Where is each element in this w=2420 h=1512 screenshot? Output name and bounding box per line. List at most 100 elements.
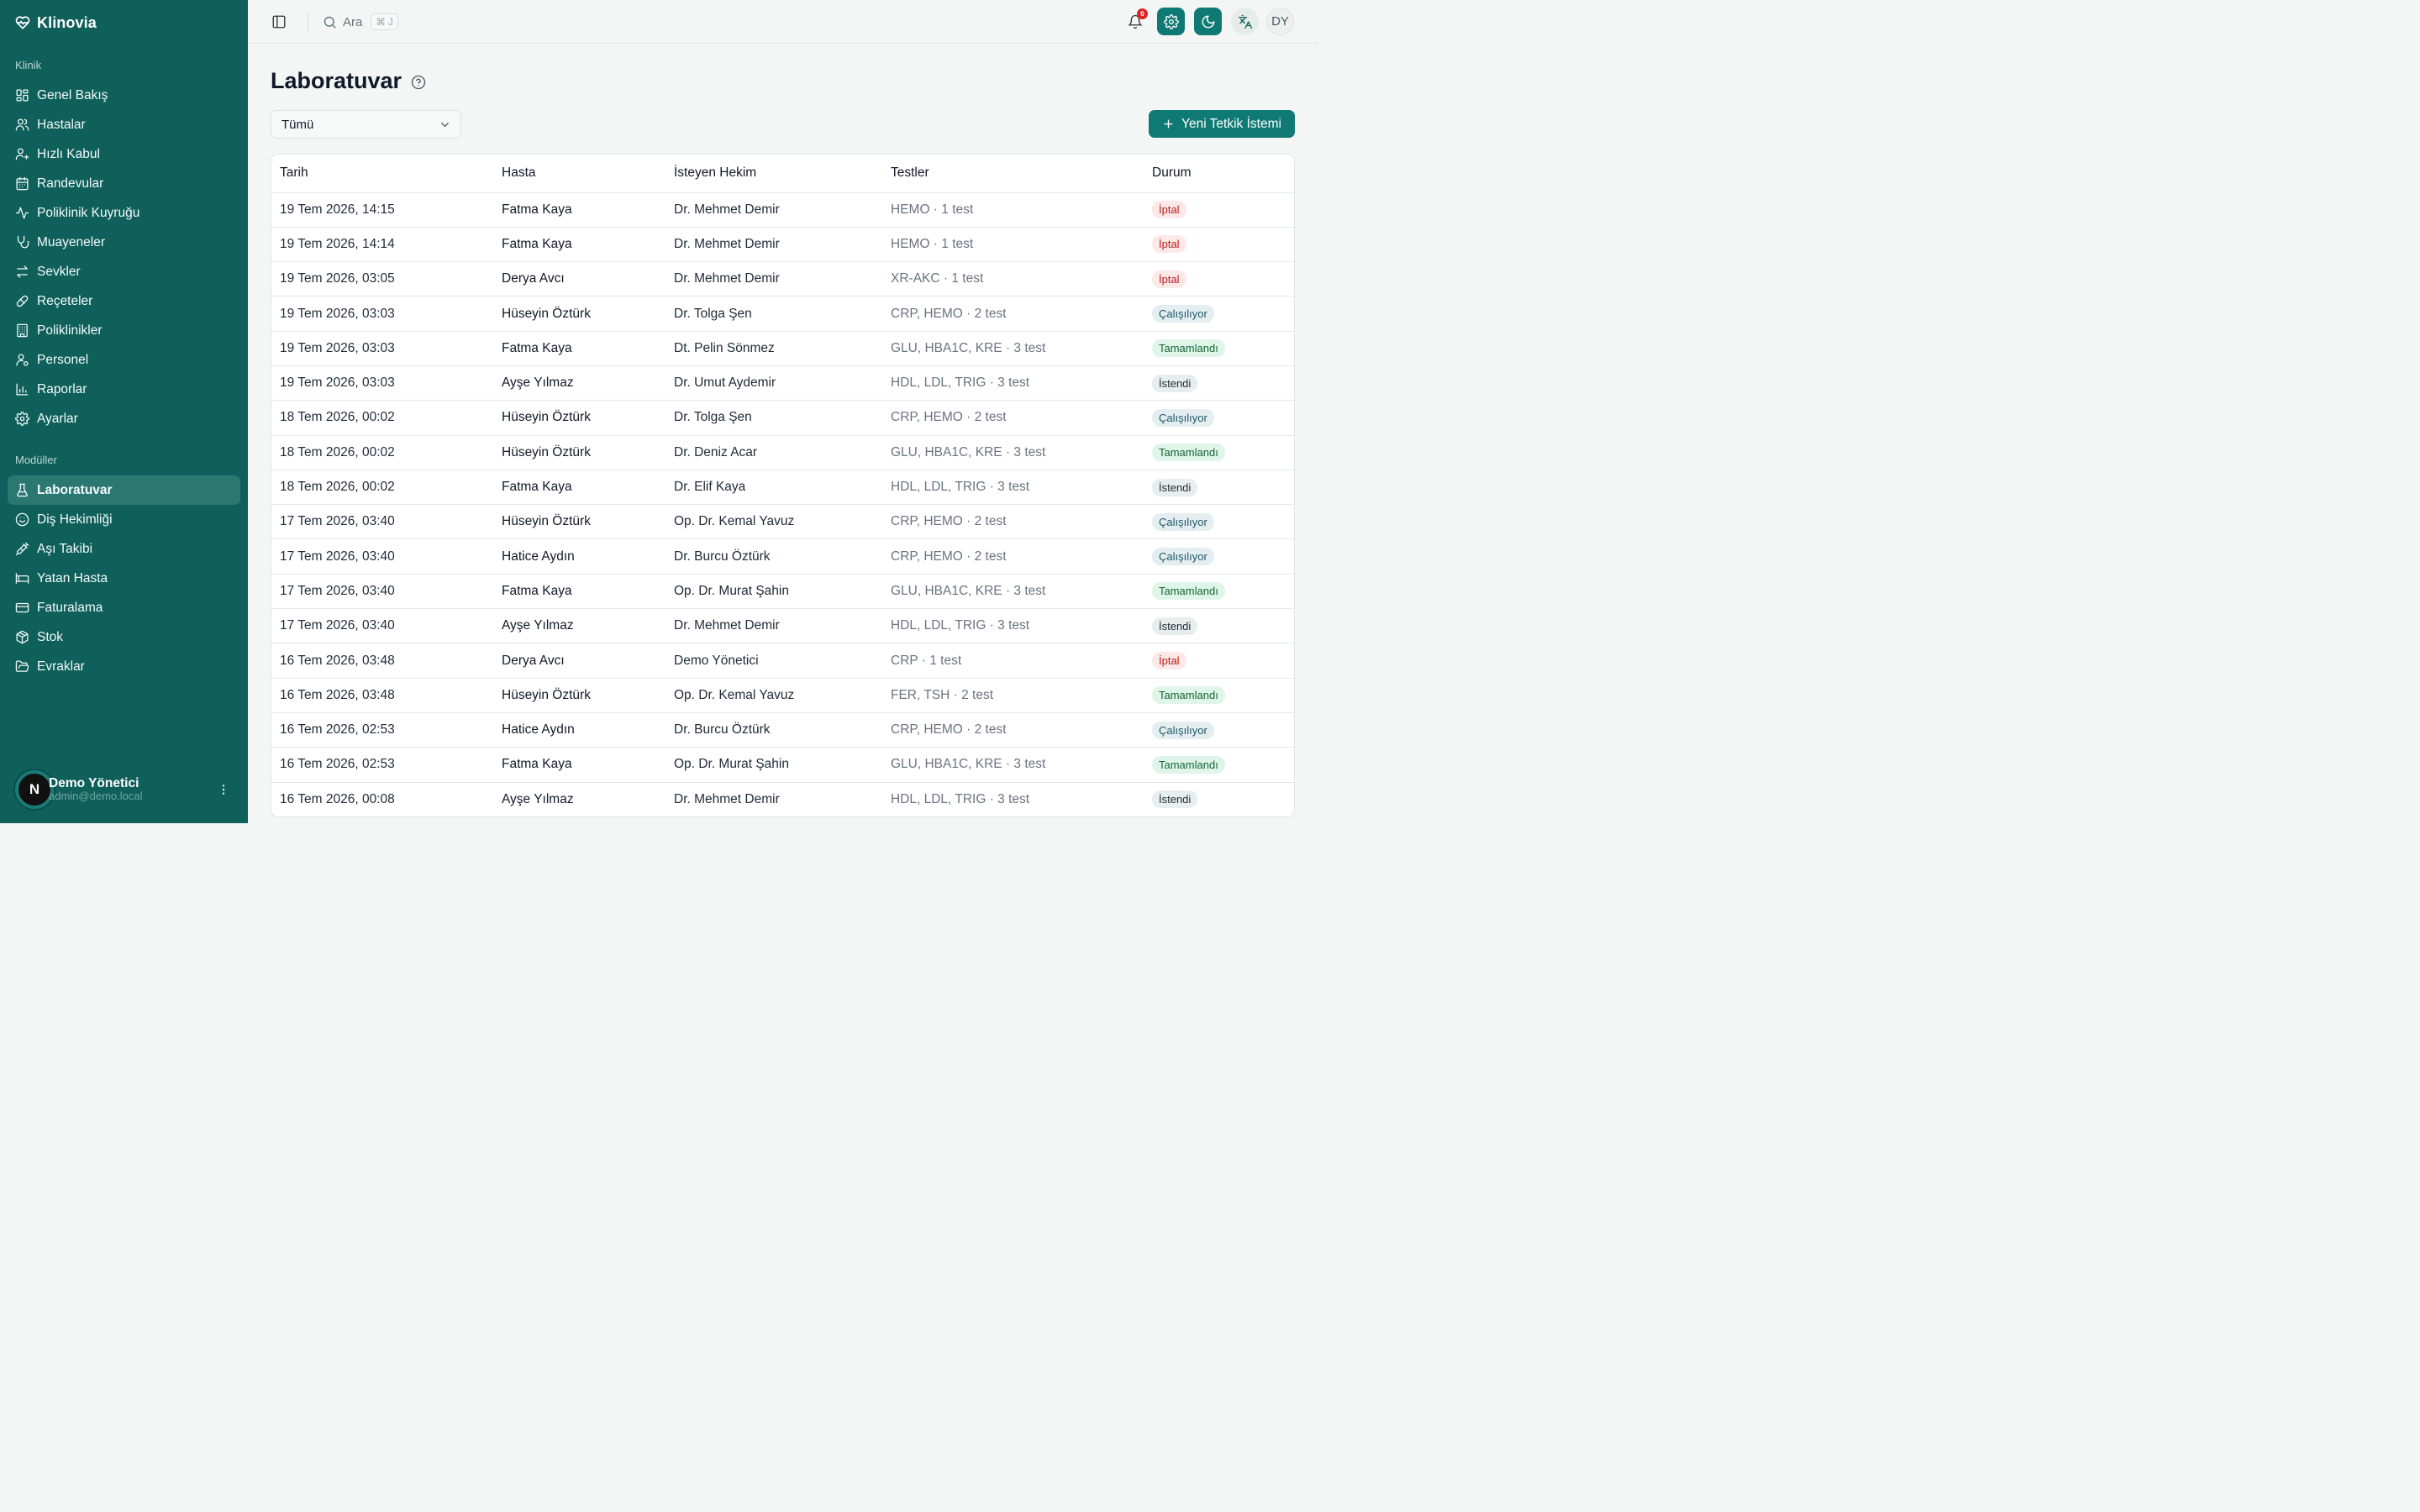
doctor-cell: Op. Dr. Murat Şahin <box>666 747 882 783</box>
search-label: Ara <box>343 14 363 29</box>
table-row[interactable]: 19 Tem 2026, 03:03 Hüseyin Öztürk Dr. Tolg… <box>271 296 1294 332</box>
sidebar-item-ayarlar[interactable]: Ayarlar <box>8 404 240 433</box>
table-row[interactable]: 19 Tem 2026, 14:14 Fatma Kaya Dr. Mehmet D… <box>271 227 1294 263</box>
settings-button[interactable] <box>1157 8 1185 35</box>
status-cell: Çalışılıyor <box>1144 400 1294 436</box>
sidebar-item-raporlar[interactable]: Raporlar <box>8 375 240 404</box>
patient-cell: Hüseyin Öztürk <box>493 435 666 470</box>
brand[interactable]: Klinovia <box>15 12 97 34</box>
sidebar-item-label: Sevkler <box>37 264 81 279</box>
patient-cell: Hüseyin Öztürk <box>493 504 666 540</box>
table-row[interactable]: 19 Tem 2026, 14:15 Fatma Kaya Dr. Mehmet D… <box>271 192 1294 228</box>
sidebar-item-yatan-hasta[interactable]: Yatan Hasta <box>8 564 240 593</box>
table-row[interactable]: 19 Tem 2026, 03:03 Fatma Kaya Dt. Pelin Sö… <box>271 331 1294 366</box>
sidebar-item-sevkler[interactable]: Sevkler <box>8 257 240 286</box>
sidebar-item-label: Evraklar <box>37 659 85 674</box>
more-vertical-icon[interactable] <box>215 781 232 798</box>
panel-left-icon <box>272 15 286 29</box>
patient-cell: Hüseyin Öztürk <box>493 678 666 713</box>
sidebar-item-label: Laboratuvar <box>37 482 113 497</box>
status-badge: İstendi <box>1152 374 1198 392</box>
status-cell: Tamamlandı <box>1144 747 1294 783</box>
sidebar-toggle-button[interactable] <box>269 12 289 32</box>
new-test-request-button[interactable]: Yeni Tetkik İstemi <box>1149 110 1295 138</box>
doctor-cell: Dr. Mehmet Demir <box>666 227 882 263</box>
sidebar-item-label: Yatan Hasta <box>37 570 108 585</box>
status-cell: İptal <box>1144 261 1294 297</box>
user-menu-button[interactable]: DY <box>1266 8 1294 35</box>
sidebar-item-poliklinikler[interactable]: Poliklinikler <box>8 316 240 345</box>
column-header-patient[interactable]: Hasta <box>493 155 666 193</box>
table-row[interactable]: 16 Tem 2026, 00:08 Ayşe Yılmaz Dr. Mehmet … <box>271 782 1294 816</box>
table-row[interactable]: 18 Tem 2026, 00:02 Hüseyin Öztürk Dr. Tolg… <box>271 400 1294 436</box>
heart-pulse-icon <box>15 16 30 29</box>
sidebar-item-faturalama[interactable]: Faturalama <box>8 593 240 622</box>
moon-icon <box>1202 15 1214 28</box>
page-title-text: Laboratuvar <box>271 67 402 93</box>
sidebar-item-randevular[interactable]: Randevular <box>8 169 240 198</box>
sidebar-item-label: Hızlı Kabul <box>37 146 100 161</box>
date-cell: 16 Tem 2026, 02:53 <box>271 712 493 748</box>
sidebar-item-poliklinik-kuyrugu[interactable]: Poliklinik Kuyruğu <box>8 198 240 228</box>
nav-list-klinik: Genel Bakış Hastalar Hızlı Kabul Randevu… <box>8 81 240 433</box>
table-row[interactable]: 19 Tem 2026, 03:05 Derya Avcı Dr. Mehmet D… <box>271 261 1294 297</box>
sidebar-item-asi-takibi[interactable]: Aşı Takibi <box>8 534 240 564</box>
table-row[interactable]: 16 Tem 2026, 02:53 Fatma Kaya Op. Dr. Mura… <box>271 747 1294 783</box>
sidebar-item-laboratuvar[interactable]: Laboratuvar <box>8 475 240 505</box>
sidebar-item-personel[interactable]: Personel <box>8 345 240 375</box>
sidebar-item-muayeneler[interactable]: Muayeneler <box>8 228 240 257</box>
translate-icon <box>1238 14 1252 29</box>
column-header-status[interactable]: Durum <box>1144 155 1294 193</box>
stethoscope-icon <box>17 235 29 249</box>
status-badge: İptal <box>1152 235 1186 254</box>
sidebar-item-receteler[interactable]: Reçeteler <box>8 286 240 316</box>
search-button[interactable]: Ara ⌘ J <box>323 11 398 33</box>
sidebar-item-hastalar[interactable]: Hastalar <box>8 110 240 139</box>
status-cell: İptal <box>1144 192 1294 228</box>
date-cell: 19 Tem 2026, 14:14 <box>271 227 493 263</box>
doctor-cell: Dr. Tolga Şen <box>666 400 882 436</box>
date-cell: 16 Tem 2026, 03:48 <box>271 643 493 679</box>
doctor-cell: Dr. Mehmet Demir <box>666 608 882 644</box>
status-filter-select[interactable]: Tümü <box>271 110 461 139</box>
theme-toggle-button[interactable] <box>1194 8 1222 35</box>
tests-cell: GLU, HBA1C, KRE · 3 test <box>882 331 1144 366</box>
status-badge: Çalışılıyor <box>1152 408 1214 427</box>
table-row[interactable]: 16 Tem 2026, 03:48 Derya Avcı Demo Yönetic… <box>271 643 1294 679</box>
notifications-button[interactable]: 6 <box>1121 8 1149 35</box>
table-row[interactable]: 17 Tem 2026, 03:40 Hüseyin Öztürk Op. Dr. … <box>271 504 1294 540</box>
patient-cell: Derya Avcı <box>493 261 666 297</box>
tests-cell: CRP · 1 test <box>882 643 1144 679</box>
sidebar-item-dis-hekimligi[interactable]: Diş Hekimliği <box>8 505 240 534</box>
sidebar-item-stok[interactable]: Stok <box>8 622 240 652</box>
table-row[interactable]: 18 Tem 2026, 00:02 Fatma Kaya Dr. Elif Kay… <box>271 470 1294 506</box>
pill-icon <box>16 295 29 307</box>
bar-chart-icon <box>16 383 29 396</box>
patient-cell: Fatma Kaya <box>493 331 666 366</box>
folder-icon <box>15 660 29 672</box>
table-row[interactable]: 17 Tem 2026, 03:40 Fatma Kaya Op. Dr. Mura… <box>271 574 1294 610</box>
table-row[interactable]: 16 Tem 2026, 02:53 Hatice Aydın Dr. Burcu … <box>271 712 1294 748</box>
table-row[interactable]: 18 Tem 2026, 00:02 Hüseyin Öztürk Dr. Deni… <box>271 435 1294 470</box>
doctor-cell: Dr. Mehmet Demir <box>666 261 882 297</box>
table-row[interactable]: 16 Tem 2026, 03:48 Hüseyin Öztürk Op. Dr. … <box>271 678 1294 713</box>
status-cell: İstendi <box>1144 782 1294 816</box>
table-row[interactable]: 17 Tem 2026, 03:40 Ayşe Yılmaz Dr. Mehmet … <box>271 608 1294 644</box>
help-icon[interactable] <box>411 75 426 90</box>
status-cell: İstendi <box>1144 365 1294 402</box>
language-button[interactable] <box>1231 8 1259 35</box>
column-header-date[interactable]: Tarih <box>271 155 493 193</box>
doctor-cell: Dr. Tolga Şen <box>666 296 882 332</box>
sidebar-item-label: Raporlar <box>37 381 87 396</box>
sidebar-item-genel-bakis[interactable]: Genel Bakış <box>8 81 240 110</box>
tests-cell: CRP, HEMO · 2 test <box>882 538 1144 575</box>
patient-cell: Hatice Aydın <box>493 538 666 575</box>
column-header-doctor[interactable]: İsteyen Hekim <box>666 155 882 193</box>
user-profile[interactable]: N Demo Yönetici admin@demo.local <box>15 768 235 811</box>
sidebar-item-evraklar[interactable]: Evraklar <box>8 652 240 681</box>
column-header-tests[interactable]: Testler <box>882 155 1144 193</box>
table-row[interactable]: 17 Tem 2026, 03:40 Hatice Aydın Dr. Burcu … <box>271 538 1294 575</box>
sidebar-item-hizli-kabul[interactable]: Hızlı Kabul <box>8 139 240 169</box>
building-icon <box>17 323 28 338</box>
table-row[interactable]: 19 Tem 2026, 03:03 Ayşe Yılmaz Dr. Umut Ay… <box>271 365 1294 402</box>
